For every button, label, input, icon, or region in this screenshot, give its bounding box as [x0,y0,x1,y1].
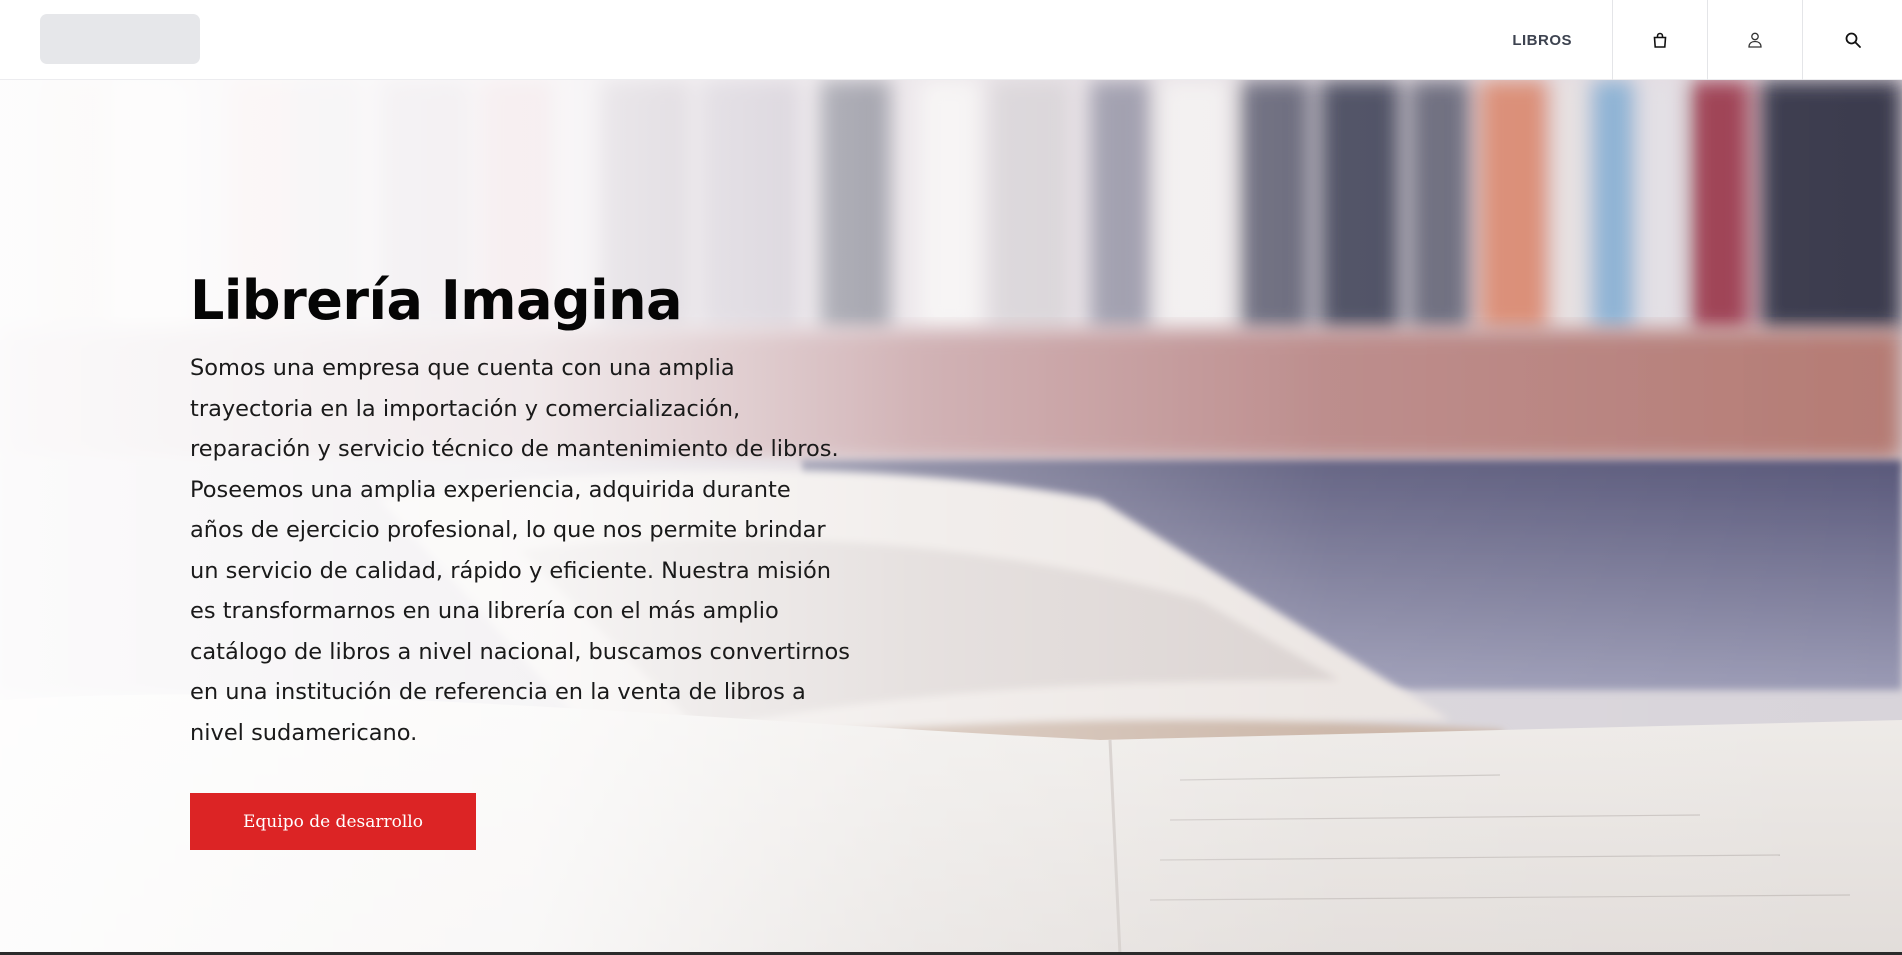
hero-content: Librería Imagina Somos una empresa que c… [190,270,850,850]
hero-section: Librería Imagina Somos una empresa que c… [0,80,1902,955]
shopping-bag-icon [1653,32,1667,48]
hero-title: Librería Imagina [190,269,683,332]
account-button[interactable] [1707,0,1802,80]
cart-button[interactable] [1612,0,1707,80]
logo-placeholder[interactable] [40,14,200,64]
hero-description: Somos una empresa que cuenta con una amp… [190,355,850,746]
user-icon [1748,32,1762,48]
nav-link-libros[interactable]: LIBROS [1472,0,1612,80]
site-header: LIBROS [0,0,1902,80]
team-button[interactable]: Equipo de desarrollo [190,793,476,850]
search-icon [1845,32,1861,48]
main-nav: LIBROS [1472,0,1902,80]
search-button[interactable] [1802,0,1902,80]
